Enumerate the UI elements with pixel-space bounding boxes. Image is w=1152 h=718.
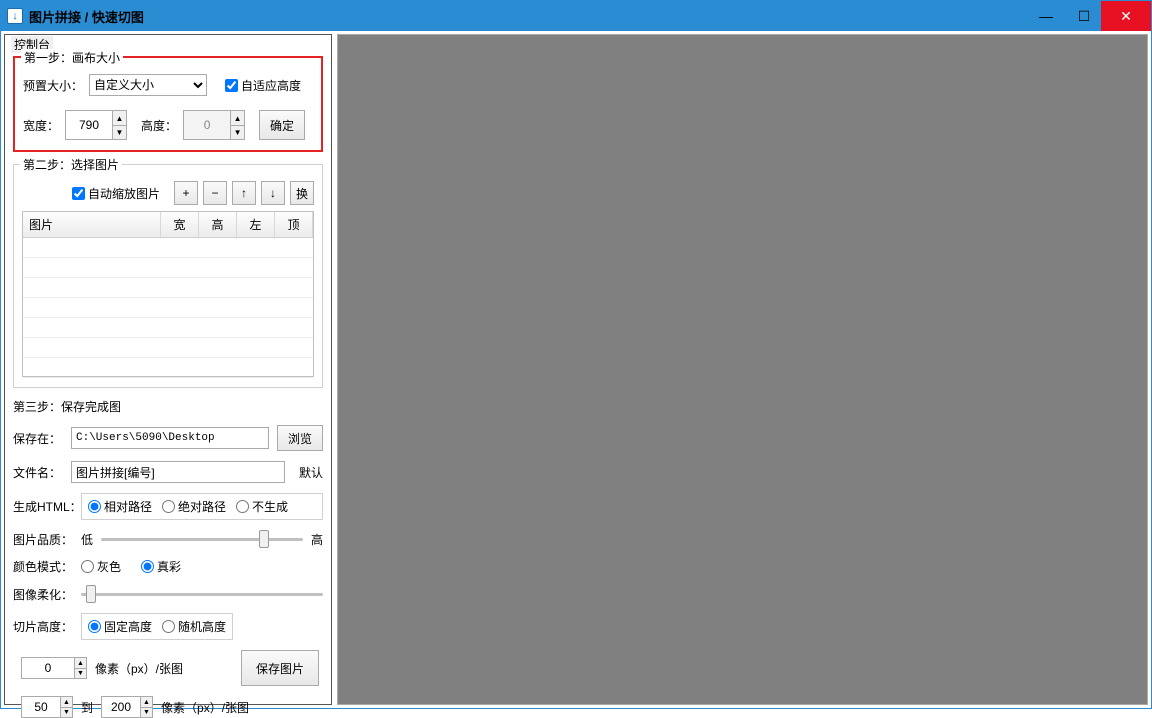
width-label: 宽度：: [23, 117, 59, 134]
soften-label: 图像柔化：: [13, 586, 75, 603]
maximize-button[interactable]: ☐: [1067, 1, 1101, 31]
height-down[interactable]: ▼: [231, 125, 245, 140]
height-up[interactable]: ▲: [231, 110, 245, 125]
table-row: [23, 298, 313, 318]
col-width[interactable]: 宽: [161, 212, 199, 237]
table-row: [23, 258, 313, 278]
html-label: 生成HTML：: [13, 498, 75, 515]
preview-area: [337, 34, 1148, 705]
table-row: [23, 238, 313, 258]
titlebar: ↓ 图片拼接 / 快速切图 — ☐ ✕: [1, 1, 1151, 31]
quality-low: 低: [81, 531, 93, 548]
table-row: [23, 278, 313, 298]
height-input: [183, 110, 231, 140]
rand-from-spinner[interactable]: ▲▼: [21, 696, 73, 718]
adaptive-checkbox-label[interactable]: 自适应高度: [225, 77, 301, 94]
table-row: [23, 338, 313, 358]
image-table[interactable]: 图片 宽 高 左 顶: [22, 211, 314, 377]
autoscale-checkbox[interactable]: [72, 187, 85, 200]
autoscale-label[interactable]: 自动缩放图片: [72, 185, 160, 202]
rand-to-label: 到: [81, 699, 93, 716]
filename-label: 文件名：: [13, 464, 65, 481]
col-height[interactable]: 高: [199, 212, 237, 237]
fixed-spinner[interactable]: ▲▼: [21, 657, 87, 679]
app-window: ↓ 图片拼接 / 快速切图 — ☐ ✕ 控制台 第一步：画布大小 预置大小： 自…: [0, 0, 1152, 709]
col-top[interactable]: 顶: [275, 212, 313, 237]
rand-from-input[interactable]: [21, 696, 61, 718]
remove-button[interactable]: −: [203, 181, 227, 205]
close-button[interactable]: ✕: [1101, 1, 1151, 31]
filename-input[interactable]: [71, 461, 285, 483]
col-left[interactable]: 左: [237, 212, 275, 237]
table-body: [23, 238, 313, 378]
control-panel: 控制台 第一步：画布大小 预置大小： 自定义大小 自适应高度 宽度：: [4, 34, 332, 705]
rand-to-input[interactable]: [101, 696, 141, 718]
color-true[interactable]: 真彩: [141, 558, 181, 575]
swap-button[interactable]: 换: [290, 181, 314, 205]
step1-title: 第一步：画布大小: [21, 49, 123, 66]
table-header: 图片 宽 高 左 顶: [23, 212, 313, 238]
html-relative[interactable]: 相对路径: [88, 498, 152, 515]
quality-label: 图片品质：: [13, 531, 75, 548]
step1-group: 第一步：画布大小 预置大小： 自定义大小 自适应高度 宽度： ▲▼: [13, 56, 323, 152]
unit-rand: 像素（px）/张图: [161, 699, 249, 716]
move-up-button[interactable]: ↑: [232, 181, 256, 205]
width-down[interactable]: ▼: [113, 125, 127, 140]
add-button[interactable]: +: [174, 181, 198, 205]
app-icon: ↓: [7, 8, 23, 24]
window-title: 图片拼接 / 快速切图: [29, 7, 1025, 26]
slice-label: 切片高度：: [13, 618, 75, 635]
confirm-button[interactable]: 确定: [259, 110, 305, 140]
width-up[interactable]: ▲: [113, 110, 127, 125]
height-label: 高度：: [141, 117, 177, 134]
preset-label: 预置大小：: [23, 77, 83, 94]
colormode-label: 颜色模式：: [13, 558, 75, 575]
fixed-input[interactable]: [21, 657, 75, 679]
soften-slider[interactable]: [81, 585, 323, 603]
step3-group: 第三步：保存完成图 保存在： 浏览 文件名： 默认 生成HTML： 相对路径 绝…: [13, 398, 323, 718]
step2-title: 第二步：选择图片: [20, 156, 122, 173]
width-input[interactable]: [65, 110, 113, 140]
width-spinner[interactable]: ▲▼: [65, 110, 127, 140]
unit-fixed: 像素（px）/张图: [95, 660, 183, 677]
html-none[interactable]: 不生成: [236, 498, 288, 515]
height-spinner[interactable]: ▲▼: [183, 110, 245, 140]
move-down-button[interactable]: ↓: [261, 181, 285, 205]
rand-to-spinner[interactable]: ▲▼: [101, 696, 153, 718]
minimize-button[interactable]: —: [1025, 1, 1067, 31]
slice-fixed[interactable]: 固定高度: [88, 618, 152, 635]
adaptive-checkbox[interactable]: [225, 79, 238, 92]
step2-group: 第二步：选择图片 自动缩放图片 + − ↑ ↓ 换 图片 宽: [13, 164, 323, 388]
browse-button[interactable]: 浏览: [277, 425, 323, 451]
slice-radio-group: 固定高度 随机高度: [81, 613, 233, 640]
col-image[interactable]: 图片: [23, 212, 161, 237]
color-gray[interactable]: 灰色: [81, 558, 121, 575]
html-absolute[interactable]: 绝对路径: [162, 498, 226, 515]
quality-slider[interactable]: [101, 530, 303, 548]
default-label[interactable]: 默认: [299, 464, 323, 481]
quality-high: 高: [311, 531, 323, 548]
table-row: [23, 358, 313, 378]
saveto-input[interactable]: [71, 427, 269, 449]
saveto-label: 保存在：: [13, 430, 65, 447]
table-row: [23, 318, 313, 338]
preset-select[interactable]: 自定义大小: [89, 74, 207, 96]
slice-random[interactable]: 随机高度: [162, 618, 226, 635]
html-radio-group: 相对路径 绝对路径 不生成: [81, 493, 323, 520]
step3-title: 第三步：保存完成图: [13, 398, 323, 415]
save-image-button[interactable]: 保存图片: [241, 650, 319, 686]
